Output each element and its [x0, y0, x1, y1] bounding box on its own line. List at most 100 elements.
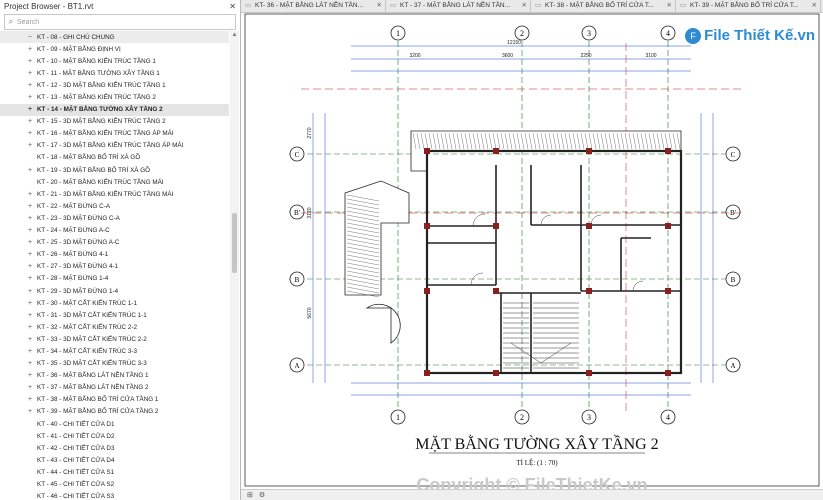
view-tab[interactable]: ▭ KT- 39 - MẶT BẰNG BỐ TRÍ CỬA T... ✕: [676, 0, 821, 12]
sheet-item[interactable]: + KT - 17 - 3D MẶT BẰNG KIẾN TRÚC TẦNG ÁP…: [0, 140, 229, 152]
expand-icon[interactable]: +: [26, 251, 34, 258]
sheet-item[interactable]: + KT - 12 - 3D MẶT BẰNG KIẾN TRÚC TẦNG 1: [0, 79, 229, 91]
grid-label: 2: [520, 413, 524, 422]
sheet-item[interactable]: KT - 44 - CHI TIẾT CỬA S1: [0, 466, 229, 478]
sheet-item[interactable]: + KT - 16 - MẶT BẰNG KIẾN TRÚC TẦNG ÁP MÁ…: [0, 128, 229, 140]
sheet-item[interactable]: + KT - 34 - MẶT CẮT KIẾN TRÚC 3-3: [0, 345, 229, 357]
project-browser-title-bar: Project Browser - BT1.rvt ✕: [0, 0, 240, 14]
sheet-item[interactable]: + KT - 23 - 3D MẶT ĐỨNG C-A: [0, 212, 229, 224]
expand-icon[interactable]: +: [26, 215, 34, 222]
sheet-item[interactable]: + KT - 24 - MẶT ĐỨNG A-C: [0, 225, 229, 237]
expand-icon[interactable]: +: [26, 396, 34, 403]
close-icon[interactable]: ✕: [229, 0, 240, 14]
column: [493, 223, 499, 229]
expand-icon[interactable]: +: [26, 130, 34, 137]
sheet-item-label: KT - 32 - MẶT CẮT KIẾN TRÚC 2-2: [37, 323, 137, 331]
scroll-up-icon[interactable]: ▲: [230, 31, 239, 40]
expand-icon[interactable]: +: [26, 360, 34, 367]
sheet-item-label: KT - 28 - MẶT ĐỨNG 1-4: [37, 275, 109, 283]
model-icon[interactable]: ⚙: [259, 491, 265, 499]
sheet-item[interactable]: + KT - 33 - 3D MẶT CẮT KIẾN TRÚC 2-2: [0, 333, 229, 345]
sheet-item[interactable]: + KT - 36 - MẶT BẰNG LÁT NỀN TẦNG 1: [0, 370, 229, 382]
sheet-item[interactable]: + KT - 25 - 3D MẶT ĐỨNG A-C: [0, 237, 229, 249]
sheet-item[interactable]: + KT - 14 - MẶT BẰNG TƯỜNG XÂY TẦNG 2: [0, 103, 229, 116]
expand-icon[interactable]: +: [26, 58, 34, 65]
expand-icon[interactable]: +: [26, 408, 34, 415]
expand-icon[interactable]: +: [26, 275, 34, 282]
sheet-item[interactable]: KT - 20 - MẶT BẰNG KIẾN TRÚC TẦNG MÁI: [0, 176, 229, 188]
sheet-item[interactable]: + KT - 11 - MẶT BẰNG TƯỜNG XÂY TẦNG 1: [0, 67, 229, 79]
sheet-item[interactable]: KT - 45 - CHI TIẾT CỬA S2: [0, 478, 229, 490]
sheet-item[interactable]: + KT - 39 - MẶT BẰNG BỐ TRÍ CỬA TẦNG 2: [0, 406, 229, 418]
expand-icon[interactable]: +: [26, 106, 34, 113]
view-tabs: ▭ KT- 36 - MẶT BẰNG LÁT NỀN TẦN... ✕ ▭ KT - …: [241, 0, 823, 13]
expand-icon[interactable]: +: [26, 70, 34, 77]
sheet-item[interactable]: + KT - 15 - 3D MẶT BẰNG KIẾN TRÚC TẦNG 2: [0, 116, 229, 128]
expand-icon[interactable]: +: [26, 324, 34, 331]
expand-icon[interactable]: +: [26, 372, 34, 379]
tab-close-icon[interactable]: ✕: [812, 0, 820, 12]
sheet-item[interactable]: + KT - 13 - MẶT BẰNG KIẾN TRÚC TẦNG 2: [0, 91, 229, 103]
sheet-item-label: KT - 31 - 3D MẶT CẮT KIẾN TRÚC 1-1: [37, 311, 147, 319]
expand-icon[interactable]: +: [26, 203, 34, 210]
sheet-item-label: KT - 14 - MẶT BẰNG TƯỜNG XÂY TẦNG 2: [37, 106, 163, 114]
sheet-canvas[interactable]: 1 1 2 2 3 3 4 4 C C B' B' B B A A 12150 3200 3600 2250 3100 2…: [241, 13, 823, 495]
expand-icon[interactable]: +: [26, 46, 34, 53]
tab-label: KT- 36 - MẶT BẰNG LÁT NỀN TẦN...: [255, 2, 363, 9]
scrollbar-thumb[interactable]: [232, 213, 237, 273]
expand-icon[interactable]: +: [26, 82, 34, 89]
sheet-item-label: KT - 33 - 3D MẶT CẮT KIẾN TRÚC 2-2: [37, 335, 147, 343]
view-tab[interactable]: ▭ KT- 36 - MẶT BẰNG LÁT NỀN TẦN... ✕: [241, 0, 386, 12]
expand-icon[interactable]: +: [26, 312, 34, 319]
sheet-item[interactable]: + KT - 27 - 3D MẶT ĐỨNG 4-1: [0, 261, 229, 273]
tab-close-icon[interactable]: ✕: [522, 0, 530, 12]
sheet-item[interactable]: + KT - 37 - MẶT BẰNG LÁT NỀN TẦNG 2: [0, 382, 229, 394]
sheet-item[interactable]: KT - 46 - CHI TIẾT CỬA S3: [0, 491, 229, 500]
expand-icon[interactable]: +: [26, 94, 34, 101]
sheet-item-label: KT - 42 - CHI TIẾT CỬA D3: [37, 444, 115, 452]
scale-icon[interactable]: ⊞: [247, 491, 253, 499]
sheet-item[interactable]: + KT - 38 - MẶT BẰNG BỐ TRÍ CỬA TẦNG 1: [0, 394, 229, 406]
expand-icon[interactable]: +: [26, 239, 34, 246]
sheet-item[interactable]: − KT - 08 - GHI CHÚ CHUNG: [0, 31, 229, 44]
expand-icon[interactable]: +: [26, 336, 34, 343]
expand-icon[interactable]: +: [26, 227, 34, 234]
expand-icon[interactable]: +: [26, 118, 34, 125]
expand-icon[interactable]: +: [26, 288, 34, 295]
collapse-icon[interactable]: −: [26, 34, 34, 41]
expand-icon[interactable]: +: [26, 263, 34, 270]
sheet-item[interactable]: KT - 41 - CHI TIẾT CỬA D2: [0, 430, 229, 442]
sheet-item[interactable]: + KT - 31 - 3D MẶT CẮT KIẾN TRÚC 1-1: [0, 309, 229, 321]
grid-label: 3: [587, 29, 591, 38]
expand-icon[interactable]: +: [26, 300, 34, 307]
sheet-item[interactable]: + KT - 29 - 3D MẶT ĐỨNG 1-4: [0, 285, 229, 297]
tab-close-icon[interactable]: ✕: [667, 0, 675, 12]
sheet-item[interactable]: + KT - 28 - MẶT ĐỨNG 1-4: [0, 273, 229, 285]
drawing-scale: TỈ LỆ: (1 : 70): [516, 459, 558, 467]
expand-icon[interactable]: +: [26, 191, 34, 198]
expand-icon[interactable]: +: [26, 167, 34, 174]
sheet-item[interactable]: KT - 40 - CHI TIẾT CỬA D1: [0, 418, 229, 430]
expand-icon[interactable]: +: [26, 348, 34, 355]
view-tab[interactable]: ▭ KT - 37 - MẶT BẰNG LÁT NỀN TẦN... ✕: [386, 0, 531, 12]
sheet-item[interactable]: + KT - 35 - 3D MẶT CẮT KIẾN TRÚC 3-3: [0, 358, 229, 370]
view-tab[interactable]: ▭ KT- 38 - MẶT BẰNG BỐ TRÍ CỬA T... ✕: [531, 0, 676, 12]
sheet-item[interactable]: + KT - 22 - MẶT ĐỨNG C-A: [0, 200, 229, 212]
sheet-item[interactable]: + KT - 10 - MẶT BẰNG KIẾN TRÚC TẦNG 1: [0, 55, 229, 67]
sheet-item-label: KT - 44 - CHI TIẾT CỬA S1: [37, 468, 115, 476]
expand-icon[interactable]: +: [26, 142, 34, 149]
sheet-item[interactable]: KT - 18 - MẶT BẰNG BỐ TRÍ XÀ GỒ: [0, 152, 229, 164]
sheet-item[interactable]: KT - 42 - CHI TIẾT CỬA D3: [0, 442, 229, 454]
expand-icon[interactable]: +: [26, 384, 34, 391]
sheet-item[interactable]: + KT - 26 - MẶT ĐỨNG 4-1: [0, 249, 229, 261]
tab-close-icon[interactable]: ✕: [377, 0, 385, 12]
sheet-item[interactable]: + KT - 21 - 3D MẶT BẰNG KIẾN TRÚC TẦNG MÁ…: [0, 188, 229, 200]
search-input[interactable]: ⌕ Search: [4, 14, 236, 30]
tree-scrollbar[interactable]: ▲: [230, 31, 239, 500]
sheet-item[interactable]: + KT - 09 - MẶT BẰNG ĐỊNH VỊ: [0, 43, 229, 55]
status-bar: ⊞ ⚙: [241, 489, 823, 500]
sheet-item[interactable]: + KT - 19 - 3D MẶT BẰNG BỐ TRÍ XÀ GỒ: [0, 164, 229, 176]
sheet-item[interactable]: + KT - 30 - MẶT CẮT KIẾN TRÚC 1-1: [0, 297, 229, 309]
sheet-item[interactable]: + KT - 32 - MẶT CẮT KIẾN TRÚC 2-2: [0, 321, 229, 333]
sheet-item[interactable]: KT - 43 - CHI TIẾT CỬA D4: [0, 454, 229, 466]
